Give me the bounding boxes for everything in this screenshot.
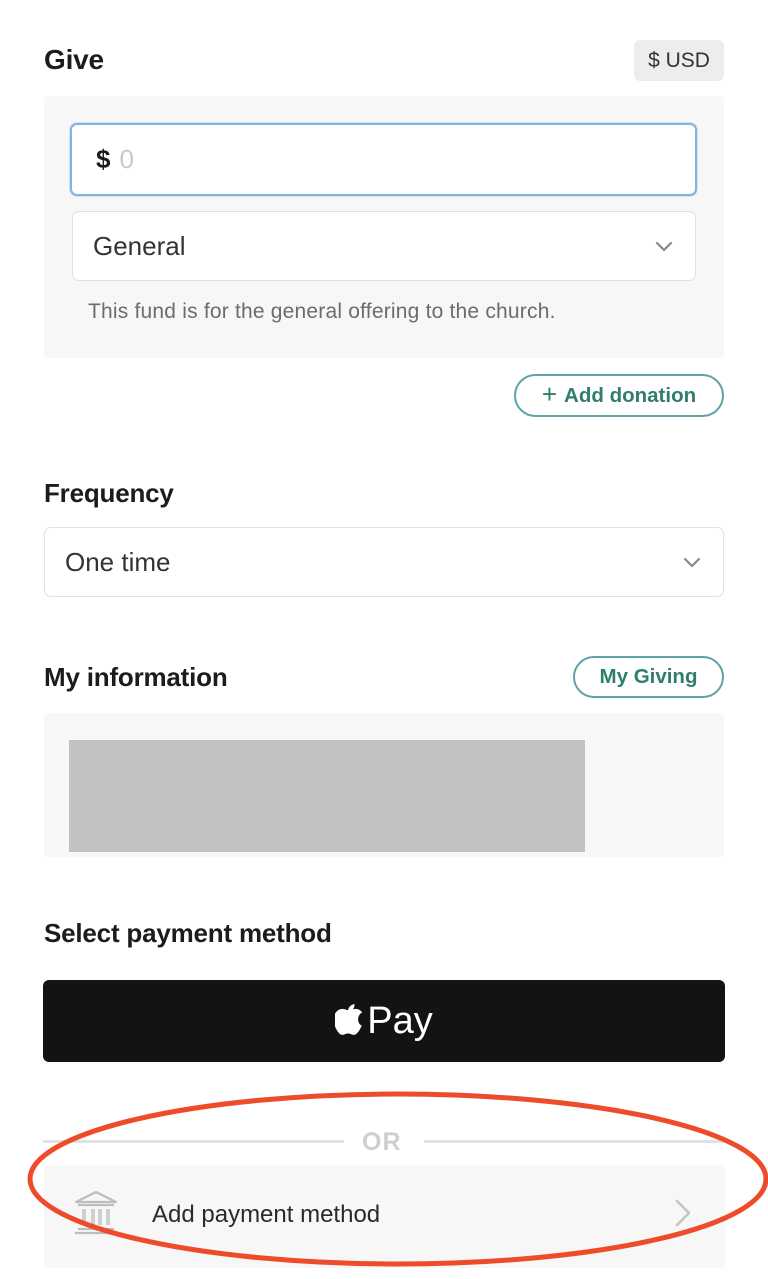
- chevron-right-icon: [675, 1199, 691, 1227]
- currency-symbol: $: [96, 144, 111, 174]
- amount-placeholder: 0: [119, 144, 134, 174]
- add-payment-method-button[interactable]: [44, 1165, 725, 1268]
- add-donation-button[interactable]: + Add donation: [514, 374, 724, 417]
- frequency-select-value: One time: [65, 546, 171, 577]
- apple-logo-icon: [335, 1004, 363, 1035]
- plus-icon: +: [541, 379, 558, 409]
- chevron-down-icon: [655, 241, 673, 252]
- currency-selector[interactable]: $ USD: [634, 40, 724, 81]
- add-payment-method-label: Add payment method: [152, 1201, 381, 1228]
- redacted-personal-info: [69, 740, 585, 852]
- fund-description: This fund is for the general offering to…: [88, 300, 556, 323]
- add-donation-label: Add donation: [564, 383, 697, 407]
- bank-icon: [74, 1190, 118, 1235]
- fund-select[interactable]: General: [72, 211, 696, 281]
- my-giving-button[interactable]: My Giving: [573, 656, 724, 698]
- fund-select-value: General: [93, 230, 186, 261]
- divider-left: [43, 1140, 344, 1143]
- my-information-title: My information: [44, 662, 228, 692]
- give-title: Give: [44, 44, 104, 75]
- chevron-down-icon: [683, 557, 701, 568]
- divider-right: [424, 1140, 725, 1143]
- amount-input[interactable]: $ 0: [70, 123, 697, 196]
- apple-pay-button[interactable]: Pay: [43, 980, 725, 1062]
- frequency-select[interactable]: One time: [44, 527, 724, 597]
- payment-method-title: Select payment method: [44, 918, 332, 948]
- apple-pay-label: Pay: [367, 999, 433, 1042]
- frequency-title: Frequency: [44, 478, 174, 508]
- or-divider-label: OR: [362, 1128, 402, 1156]
